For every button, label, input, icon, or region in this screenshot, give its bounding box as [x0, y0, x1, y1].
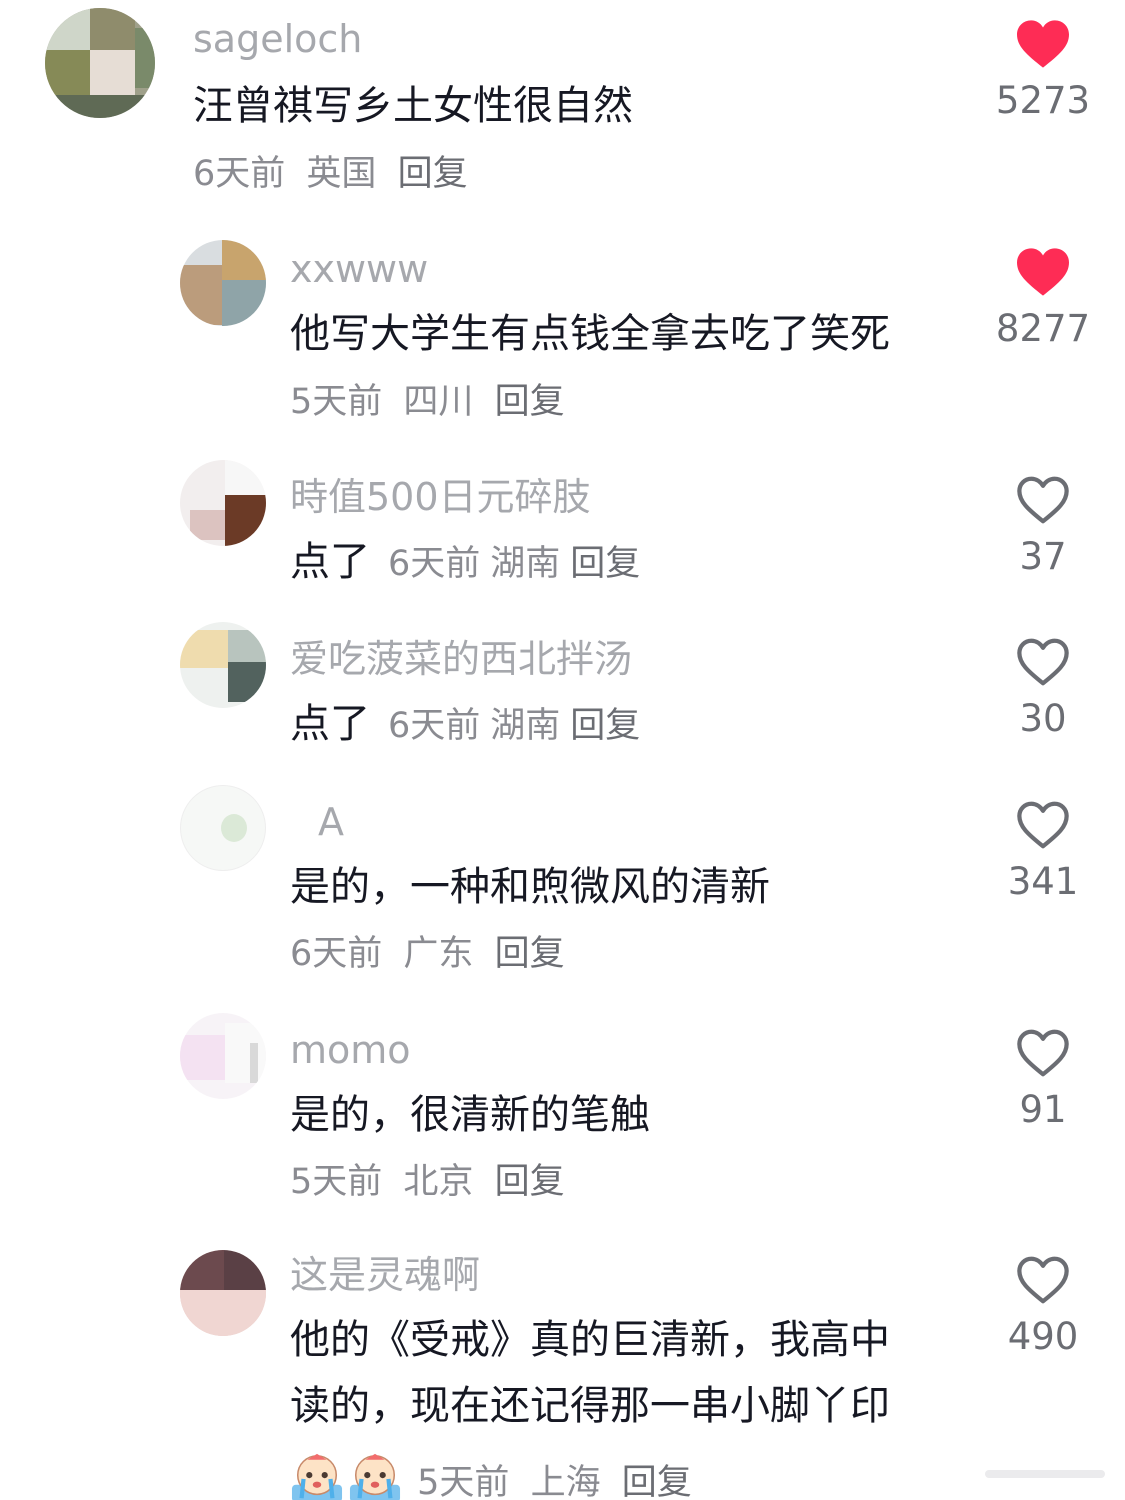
username[interactable]: xxwww	[290, 250, 428, 288]
timestamp: 6天前	[290, 934, 383, 974]
comment-item: 時值500日元碎肢 点了 6天前 湖南 回复 37	[0, 460, 1125, 600]
avatar[interactable]	[180, 1250, 266, 1336]
bottom-blur-bar	[985, 1470, 1105, 1478]
avatar[interactable]	[180, 240, 266, 326]
comment-meta: 5天前 四川 回复	[290, 385, 575, 420]
username[interactable]: sageloch	[193, 20, 362, 58]
comment-text-line: 读的，现在还记得那一串小脚丫印	[290, 1383, 890, 1429]
comment-meta: 5天前 北京 回复	[290, 1165, 575, 1200]
comment-meta: 5天前 上海 回复	[290, 1452, 702, 1500]
like-button[interactable]: 341	[993, 799, 1093, 900]
comment-text-content: 点了	[290, 701, 370, 747]
username[interactable]: 時值500日元碎肢	[290, 478, 591, 516]
comment-text: 他写大学生有点钱全拿去吃了笑死	[290, 311, 890, 357]
location: 广东	[403, 934, 474, 974]
comment-meta: 6天前 英国 回复	[193, 157, 478, 192]
reply-button[interactable]: 回复	[495, 934, 565, 974]
like-button[interactable]: 91	[993, 1027, 1093, 1128]
comment-item: xxwww 他写大学生有点钱全拿去吃了笑死 5天前 四川 回复 8277	[0, 230, 1125, 440]
comment-text: 点了 6天前 湖南 回复	[290, 528, 650, 598]
comment-text: 点了 6天前 湖南 回复	[290, 690, 650, 760]
location: 湖南	[490, 544, 561, 584]
like-count: 490	[1007, 1315, 1079, 1358]
like-button[interactable]: 8277	[993, 246, 1093, 347]
comment-text-content: 点了	[290, 539, 370, 585]
heart-outline-icon	[1017, 476, 1069, 524]
comment-item: 爱吃菠菜的西北拌汤 点了 6天前 湖南 回复 30	[0, 622, 1125, 762]
like-count: 341	[1007, 860, 1079, 903]
timestamp: 6天前	[388, 706, 481, 746]
avatar[interactable]	[180, 1013, 266, 1099]
like-count: 91	[1019, 1088, 1067, 1131]
heart-outline-icon	[1017, 638, 1069, 686]
heart-outline-icon	[1017, 1256, 1069, 1304]
location: 英国	[306, 154, 377, 194]
reply-button[interactable]: 回复	[495, 1162, 565, 1202]
comment-text: 汪曾祺写乡土女性很自然	[193, 83, 633, 129]
heart-outline-icon	[1017, 1029, 1069, 1077]
timestamp: 6天前	[193, 154, 286, 194]
comment-item: sageloch 汪曾祺写乡土女性很自然 6天前 英国 回复 5273	[0, 0, 1125, 210]
comment-item: 这是灵魂啊 他的《受戒》真的巨清新，我高中 读的，现在还记得那一串小脚丫印 5天…	[0, 1240, 1125, 1500]
timestamp: 5天前	[290, 1162, 383, 1202]
comment-meta: 6天前 广东 回复	[290, 937, 575, 972]
like-button[interactable]: 490	[993, 1254, 1093, 1355]
reply-button[interactable]: 回复	[570, 544, 640, 584]
like-count: 30	[1019, 697, 1067, 740]
comment-meta: 6天前 湖南 回复	[388, 706, 650, 746]
comment-text: 是的，一种和煦微风的清新	[290, 864, 770, 910]
timestamp: 5天前	[417, 1463, 510, 1500]
comment-meta: 6天前 湖南 回复	[388, 544, 650, 584]
comment-text: 是的，很清新的笔触	[290, 1092, 650, 1138]
avatar[interactable]	[45, 8, 155, 118]
crying-face-emoji	[291, 1453, 343, 1500]
location: 北京	[403, 1162, 474, 1202]
timestamp: 6天前	[388, 544, 481, 584]
username[interactable]: A	[318, 803, 344, 841]
location: 四川	[403, 382, 474, 422]
reply-button[interactable]: 回复	[398, 154, 468, 194]
heart-filled-icon	[1017, 248, 1069, 296]
location: 湖南	[490, 706, 561, 746]
reply-button[interactable]: 回复	[495, 382, 565, 422]
comment-text-line: 他的《受戒》真的巨清新，我高中	[290, 1317, 890, 1363]
timestamp: 5天前	[290, 382, 383, 422]
heart-filled-icon	[1017, 20, 1069, 68]
avatar[interactable]	[180, 460, 266, 546]
avatar[interactable]	[180, 622, 266, 708]
username[interactable]: momo	[290, 1031, 411, 1069]
like-button[interactable]: 5273	[993, 18, 1093, 119]
heart-outline-icon	[1017, 801, 1069, 849]
username[interactable]: 爱吃菠菜的西北拌汤	[290, 640, 632, 678]
like-button[interactable]: 30	[993, 636, 1093, 737]
like-count: 5273	[995, 79, 1091, 122]
location: 上海	[530, 1463, 601, 1500]
comment-item: momo 是的，很清新的笔触 5天前 北京 回复 91	[0, 1013, 1125, 1218]
like-button[interactable]: 37	[993, 474, 1093, 575]
avatar[interactable]	[180, 785, 266, 871]
comment-item: A 是的，一种和煦微风的清新 6天前 广东 回复 341	[0, 785, 1125, 990]
like-count: 8277	[995, 307, 1091, 350]
username[interactable]: 这是灵魂啊	[290, 1256, 480, 1294]
reply-button[interactable]: 回复	[622, 1463, 692, 1500]
reply-button[interactable]: 回复	[570, 706, 640, 746]
like-count: 37	[1019, 535, 1067, 578]
crying-face-emoji	[349, 1453, 401, 1500]
